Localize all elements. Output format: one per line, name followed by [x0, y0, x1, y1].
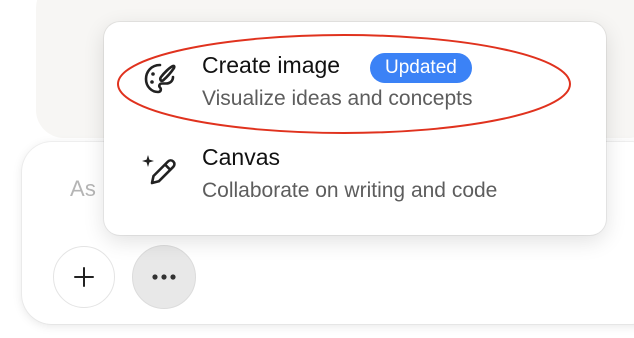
page: As Create image Updated Visualize ideas …	[0, 0, 634, 338]
menu-item-title: Create image	[202, 52, 341, 78]
menu-item-title: Canvas	[202, 144, 280, 170]
composer-placeholder: As	[70, 176, 97, 201]
menu-item-subtitle: Visualize ideas and concepts	[202, 87, 473, 110]
menu-item-subtitle: Collaborate on writing and code	[202, 179, 498, 202]
updated-badge: Updated	[370, 53, 472, 83]
menu-item-create-image[interactable]: Create image Updated Visualize ideas and…	[104, 34, 606, 124]
plus-icon	[74, 267, 94, 287]
more-horizontal-icon	[152, 274, 176, 280]
palette-brush-icon	[144, 63, 176, 94]
menu-item-canvas[interactable]: Canvas Collaborate on writing and code	[104, 126, 606, 216]
sparkle-pencil-icon	[142, 155, 176, 185]
tools-dropdown-menu: Create image Updated Visualize ideas and…	[104, 22, 606, 235]
add-attachment-button[interactable]	[53, 246, 115, 308]
more-tools-button[interactable]	[132, 245, 196, 309]
